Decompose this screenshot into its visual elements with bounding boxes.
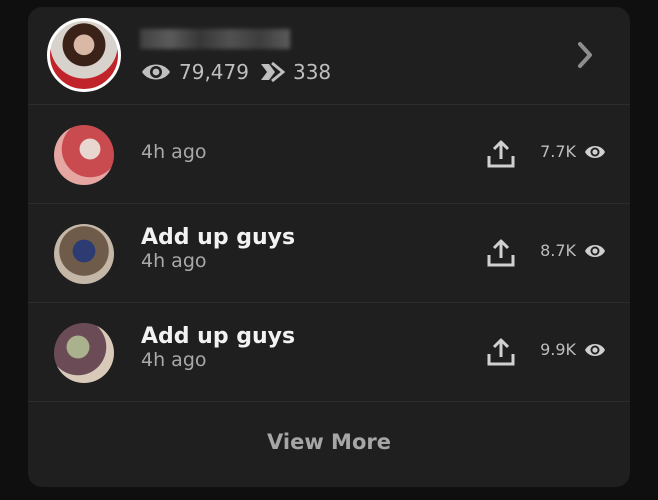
story-texts: 4h ago — [141, 141, 207, 163]
story-thumbnail[interactable] — [54, 323, 114, 383]
story-row[interactable]: Add up guys 4h ago 9.9K — [28, 303, 630, 402]
story-views: 9.9K — [540, 340, 606, 359]
views-stat: 79,479 — [141, 60, 249, 84]
story-views: 8.7K — [540, 241, 606, 260]
shares-count: 338 — [292, 60, 332, 84]
stories-card: 79,479 338 4h ago 7.7K Add up guys 4h ag… — [28, 7, 630, 487]
share-arrows-icon — [260, 61, 285, 83]
story-views-count: 8.7K — [540, 241, 576, 260]
story-views: 7.7K — [540, 142, 606, 161]
upload-icon[interactable] — [486, 238, 516, 268]
story-thumbnail[interactable] — [54, 125, 114, 185]
views-count: 79,479 — [179, 60, 249, 84]
eye-icon — [585, 343, 605, 356]
chevron-right-icon[interactable] — [576, 41, 594, 69]
story-row[interactable]: 4h ago 7.7K — [28, 105, 630, 204]
story-time: 4h ago — [141, 141, 207, 163]
story-views-count: 9.9K — [540, 340, 576, 359]
upload-icon[interactable] — [486, 337, 516, 367]
story-time: 4h ago — [141, 250, 207, 272]
story-texts: Add up guys 4h ago — [141, 324, 295, 371]
profile-header[interactable]: 79,479 338 — [28, 7, 630, 105]
profile-stats: 79,479 338 — [141, 60, 331, 84]
eye-icon — [585, 145, 605, 158]
eye-icon — [142, 64, 170, 80]
story-row[interactable]: Add up guys 4h ago 8.7K — [28, 204, 630, 303]
profile-avatar[interactable] — [47, 18, 121, 92]
upload-icon[interactable] — [486, 139, 516, 169]
shares-stat: 338 — [259, 60, 331, 84]
story-title: Add up guys — [141, 225, 296, 250]
view-more-button[interactable]: View More — [28, 402, 630, 454]
story-title: Add up guys — [141, 324, 296, 349]
eye-icon — [585, 244, 605, 257]
story-thumbnail[interactable] — [54, 224, 114, 284]
story-time: 4h ago — [141, 349, 207, 371]
story-texts: Add up guys 4h ago — [141, 225, 295, 272]
story-views-count: 7.7K — [540, 142, 576, 161]
redacted-username — [140, 29, 290, 49]
